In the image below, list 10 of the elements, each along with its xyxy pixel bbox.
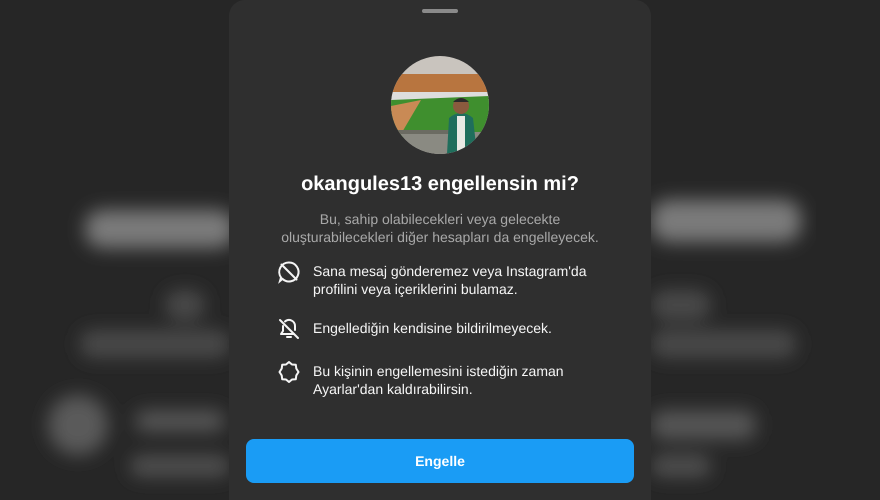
info-text: Bu kişinin engellemesini istediğin zaman Ayarlar'dan kaldırabilirsin. [313, 362, 565, 398]
dialog-title: okangules13 engellensin mi? [301, 173, 579, 196]
message-off-icon [277, 260, 301, 284]
settings-icon [277, 360, 301, 384]
drag-handle[interactable] [422, 9, 458, 13]
info-text: Engellediğin kendisine bildirilmeyecek. [313, 319, 553, 337]
block-button[interactable]: Engelle [246, 439, 634, 483]
bell-off-icon [277, 317, 301, 341]
info-text: Sana mesaj gönderemez veya Instagram'da profilini veya içeriklerini bulamaz. [313, 262, 588, 298]
dialog-description: Bu, sahip olabilecekleri veya gelecekte oluşturabilecekleri diğer hesapları da engelleyecek. [280, 210, 600, 246]
